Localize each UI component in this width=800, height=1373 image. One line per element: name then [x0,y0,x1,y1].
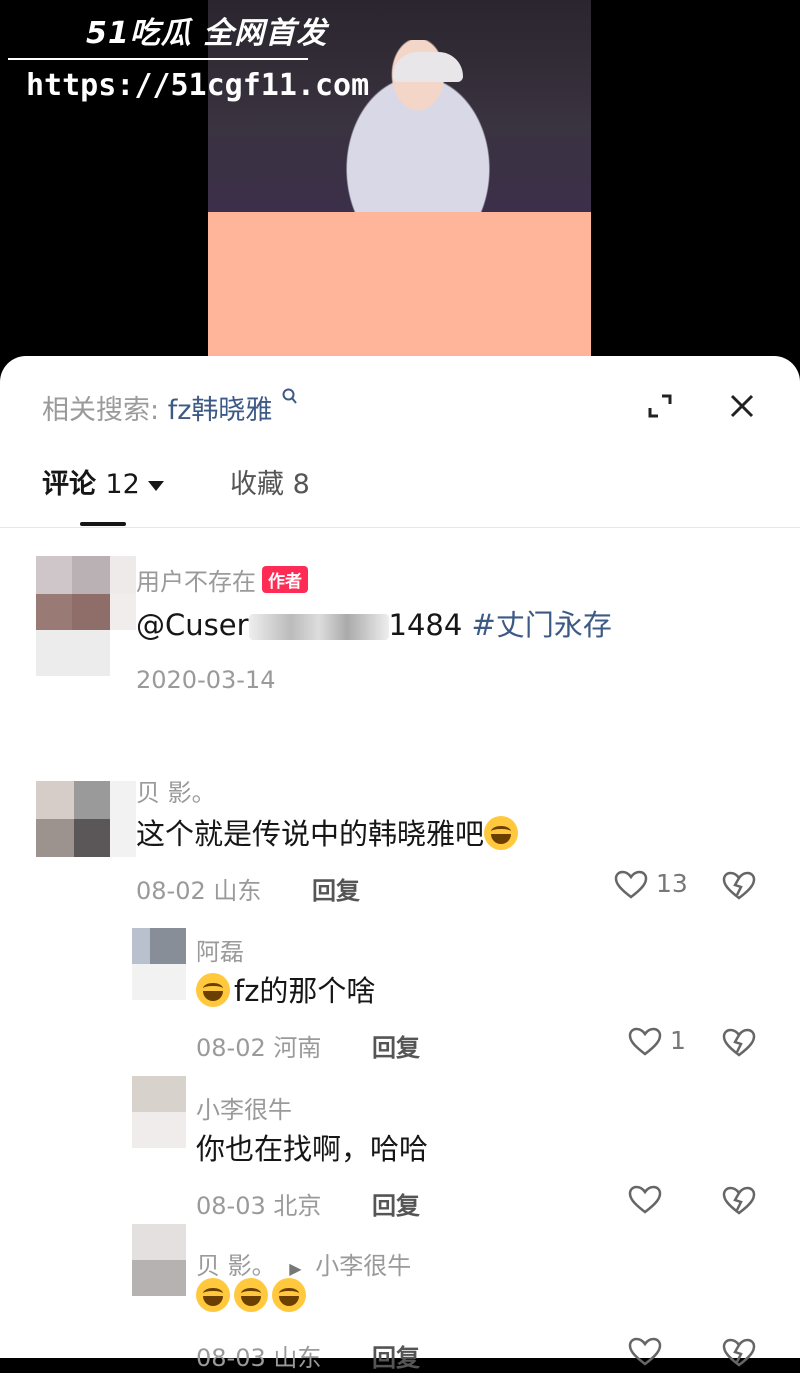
reply-text-body: fz的那个啥 [234,974,376,1008]
reply-username[interactable]: 阿磊 [196,932,244,967]
reply-button[interactable]: 回复 [372,1028,420,1063]
broken-heart-icon[interactable] [722,1028,756,1062]
reply-item: 贝 影。 ▶ 小李很牛 08-03 山东 回复 [0,1224,800,1372]
comment-username[interactable]: 贝 影。 [136,773,216,808]
mention-prefix[interactable]: @Cuser [136,608,249,642]
divider [0,527,800,528]
avatar[interactable] [36,781,136,857]
reply-meta: 08-02 河南 [196,1034,322,1062]
comment-text-body: 这个就是传说中的韩晓雅吧 [136,817,485,851]
heart-icon [628,1027,662,1056]
laughing-emoji-icon [484,816,519,850]
tab-comments[interactable]: 评论 12 [42,462,164,501]
play-arrow-icon: ▶ [289,1259,302,1278]
avatar[interactable] [36,556,136,676]
redacted-text [248,614,389,640]
laughing-emoji-icon [196,1278,230,1312]
related-search-keyword[interactable]: fz韩晓雅 [168,395,273,426]
comment-text: 这个就是传说中的韩晓雅吧 [136,811,522,853]
username-text: 贝 影。 [196,1252,276,1280]
reply-item: 阿磊 fz的那个啥 08-02 河南 回复 1 [0,928,800,1068]
like-count: 13 [655,869,688,898]
avatar[interactable] [132,1076,186,1148]
comment-date: 2020-03-14 [136,666,276,694]
tab-comments-label: 评论 [42,469,96,500]
reply-button[interactable]: 回复 [372,1186,420,1221]
close-icon[interactable] [728,392,756,420]
heart-icon [628,1337,662,1366]
active-tab-indicator [80,522,126,526]
author-badge: 作者 [262,566,308,593]
laughing-emoji-icon [272,1278,306,1312]
face-emoji-icon [196,973,230,1007]
like-button[interactable] [628,1184,662,1215]
video-hat [393,52,463,82]
reply-button[interactable]: 回复 [372,1338,420,1373]
watermark: 51吃瓜 全网首发 https://51cgf11.com [8,8,369,103]
comment-item: 贝 影。 这个就是传说中的韩晓雅吧 08-02 山东 回复 13 [0,771,800,911]
like-button[interactable]: 13 [614,869,688,900]
hashtag-link[interactable]: #丈门永存 [472,608,612,642]
avatar[interactable] [132,928,186,1000]
watermark-url: https://51cgf11.com [26,68,370,103]
chevron-down-icon [147,480,164,491]
heart-icon [628,1185,662,1214]
reply-item: 小李很牛 你也在找啊，哈哈 08-03 北京 回复 [0,1076,800,1220]
reply-button[interactable]: 回复 [312,871,360,906]
like-count: 1 [669,1026,686,1055]
expand-icon[interactable] [648,394,672,418]
tab-favorites[interactable]: 收藏 8 [230,462,310,501]
reply-text [196,1278,310,1313]
username-text: 用户不存在 [136,568,256,596]
comment-username[interactable]: 用户不存在 作者 [136,562,308,597]
broken-heart-icon[interactable] [722,871,756,905]
reply-meta: 08-03 北京 [196,1192,322,1220]
laughing-emoji-icon [234,1278,268,1312]
comment-text: @Cuser 1484 #丈门永存 [136,602,612,644]
tab-favorites-count: 8 [292,469,310,500]
related-search[interactable]: 相关搜索: fz韩晓雅 [42,388,298,427]
comment-item: 用户不存在 作者 @Cuser 1484 #丈门永存 2020-03-14 [0,556,800,706]
broken-heart-icon[interactable] [722,1186,756,1220]
comment-meta: 08-02 山东 [136,877,262,905]
reply-meta: 08-03 山东 [196,1344,322,1372]
tab-favorites-label: 收藏 [230,469,284,500]
tab-comments-count: 12 [105,469,140,500]
reply-text: fz的那个啥 [196,968,375,1010]
comment-sheet: 相关搜索: fz韩晓雅 评论 12 收藏 8 用户不存在 作者 @Cuser 1… [0,356,800,1372]
search-icon [276,388,298,411]
related-search-label: 相关搜索: [42,395,160,426]
reply-username[interactable]: 贝 影。 ▶ 小李很牛 [196,1246,411,1281]
broken-heart-icon[interactable] [722,1338,756,1372]
like-button[interactable]: 1 [628,1026,686,1057]
like-button[interactable] [628,1336,662,1367]
reply-username[interactable]: 小李很牛 [196,1090,292,1125]
reply-to-user[interactable]: 小李很牛 [315,1252,411,1280]
avatar[interactable] [132,1224,186,1296]
watermark-line [8,58,308,60]
watermark-logo: 51吃瓜 全网首发 [86,16,328,51]
mention-suffix: 1484 [388,608,463,642]
reply-text: 你也在找啊，哈哈 [196,1132,429,1166]
heart-icon [614,870,648,899]
